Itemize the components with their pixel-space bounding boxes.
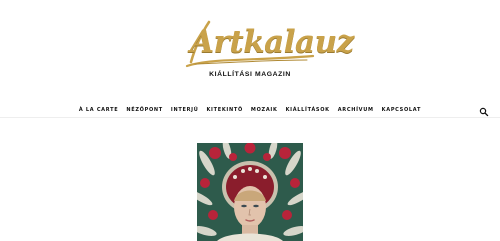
featured-article-image[interactable] (197, 143, 303, 241)
logo-wordmark: Artkalauz (190, 24, 354, 60)
nav-item-archivum[interactable]: ARCHÍVUM (338, 105, 374, 115)
nav-item-kiallitasok[interactable]: KIÁLLÍTÁSOK (286, 105, 330, 115)
nav-item-a-la-carte[interactable]: À LA CARTE (79, 105, 118, 115)
nav-item-mozaik[interactable]: MOZAIK (251, 105, 278, 115)
site-logo[interactable]: Artkalauz (0, 14, 500, 74)
portrait-image (197, 143, 303, 241)
header-divider (0, 117, 500, 118)
nav-item-kitekinto[interactable]: KITEKINTŐ (206, 105, 242, 115)
nav-item-kapcsolat[interactable]: KAPCSOLAT (382, 105, 421, 115)
site-tagline: KIÁLLÍTÁSI MAGAZIN (209, 71, 291, 78)
nav-item-interju[interactable]: INTERJÚ (171, 105, 199, 115)
nav-item-nezopont[interactable]: NÉZŐPONT (126, 105, 163, 115)
main-navigation: À LA CARTE NÉZŐPONT INTERJÚ KITEKINTŐ MO… (0, 105, 500, 115)
search-icon[interactable] (479, 104, 489, 117)
